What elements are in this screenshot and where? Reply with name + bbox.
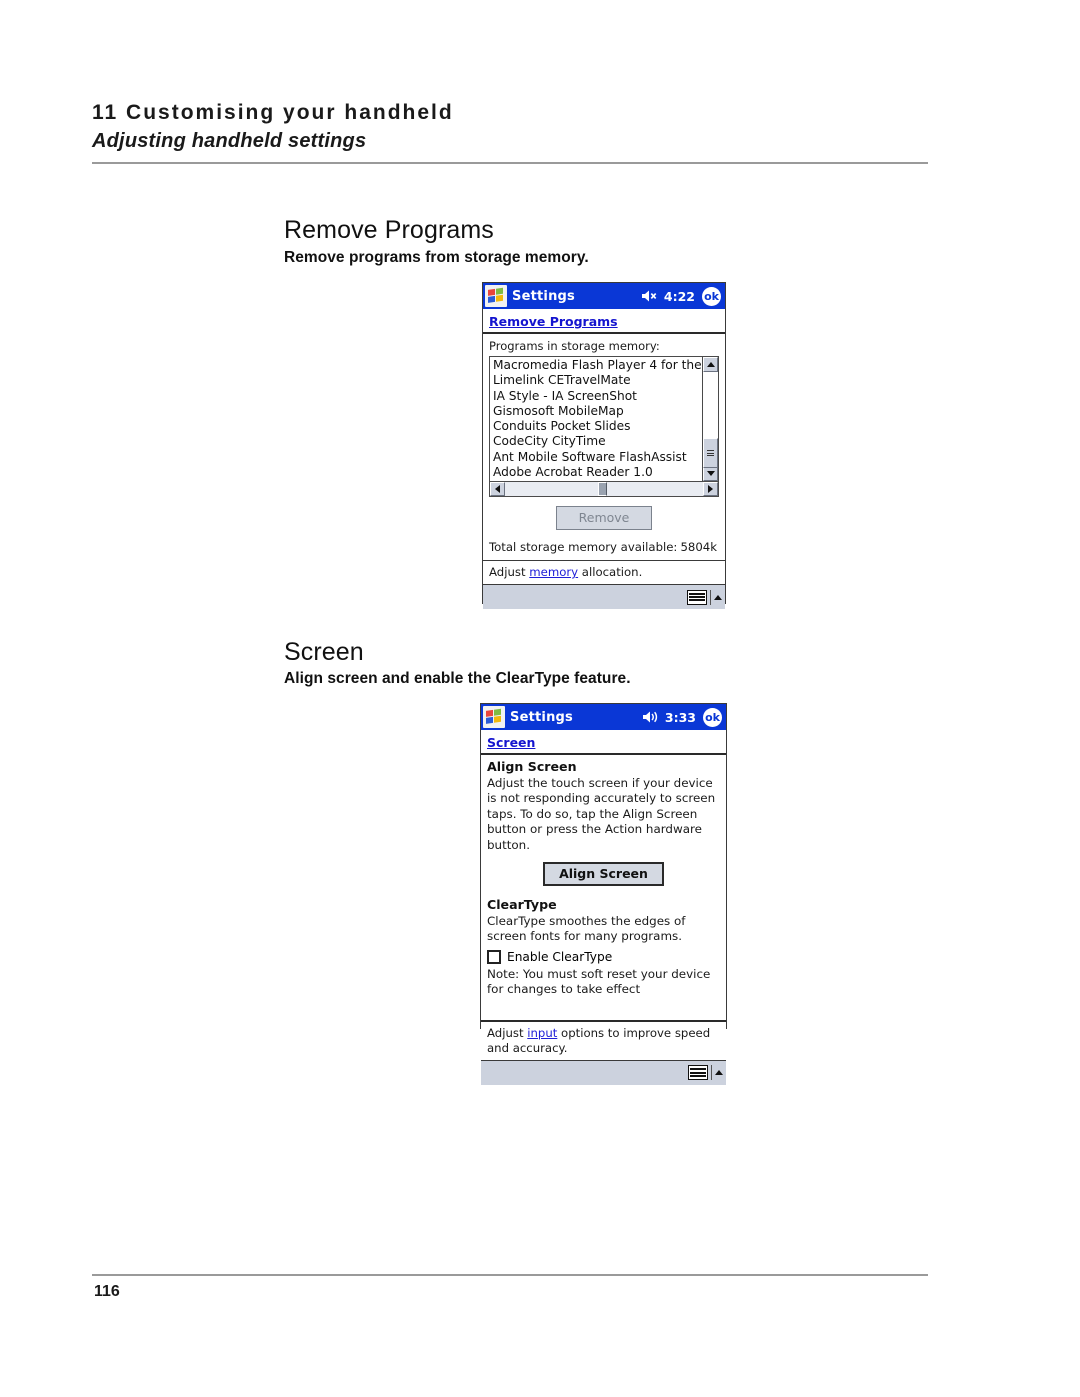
footer-divider-line bbox=[92, 1274, 928, 1276]
align-screen-paragraph: Adjust the touch screen if your device i… bbox=[487, 776, 716, 852]
list-item[interactable]: Gismosoft MobileMap bbox=[493, 404, 702, 419]
scroll-down-icon[interactable] bbox=[703, 466, 718, 481]
screen-description: Align screen and enable the ClearType fe… bbox=[284, 670, 631, 687]
adjust-input-line: Adjust input options to improve speed an… bbox=[481, 1021, 726, 1060]
enable-cleartype-row[interactable]: Enable ClearType bbox=[481, 945, 726, 967]
page-number: 116 bbox=[94, 1283, 120, 1300]
scroll-up-icon[interactable] bbox=[703, 357, 718, 372]
vertical-scroll-thumb[interactable] bbox=[703, 438, 718, 468]
keyboard-icon[interactable] bbox=[688, 1065, 708, 1081]
storage-memory-label: Total storage memory available: bbox=[489, 540, 678, 554]
sip-divider bbox=[711, 1065, 712, 1081]
titlebar: Settings 4:22 ok bbox=[483, 283, 725, 309]
align-screen-button-row: Align Screen bbox=[481, 853, 726, 893]
scroll-left-icon[interactable] bbox=[490, 482, 505, 496]
section-subtitle: Adjusting handheld settings bbox=[92, 130, 367, 153]
windows-logo-icon bbox=[485, 285, 507, 307]
align-screen-button[interactable]: Align Screen bbox=[543, 862, 664, 887]
chapter-title: 11 Customising your handheld bbox=[92, 101, 454, 124]
vertical-scroll-track[interactable] bbox=[703, 372, 718, 468]
screen-page-label: Remove Programs bbox=[483, 309, 725, 332]
titlebar-status-area: 4:22 ok bbox=[641, 286, 721, 306]
adjust-prefix: Adjust bbox=[489, 565, 530, 579]
list-item[interactable]: Limelink CETravelMate bbox=[493, 373, 702, 388]
sip-bar bbox=[481, 1059, 726, 1085]
cleartype-paragraph: ClearType smoothes the edges of screen f… bbox=[487, 914, 686, 944]
programs-list-label: Programs in storage memory: bbox=[489, 339, 660, 353]
screen-page-label: Screen bbox=[481, 730, 726, 753]
titlebar-app-title: Settings bbox=[510, 709, 573, 725]
page-header: 11 Customising your handheld Adjusting h… bbox=[92, 100, 928, 153]
windows-logo-icon bbox=[483, 706, 505, 728]
titlebar-clock[interactable]: 3:33 bbox=[665, 710, 696, 725]
cleartype-note-paragraph: Note: You must soft reset your device fo… bbox=[487, 966, 711, 997]
list-item[interactable]: Adobe Acrobat Reader 1.0 bbox=[493, 465, 702, 480]
list-item[interactable]: CodeCity CityTime bbox=[493, 434, 702, 449]
sip-chevron-up-icon[interactable] bbox=[715, 1070, 723, 1076]
list-item[interactable]: IA Style - IA ScreenShot bbox=[493, 389, 702, 404]
remove-button[interactable]: Remove bbox=[555, 506, 653, 530]
input-link[interactable]: input bbox=[527, 1026, 557, 1040]
list-item[interactable]: Conduits Pocket Slides bbox=[493, 419, 702, 434]
remove-button-row: Remove bbox=[483, 497, 725, 537]
adjust-suffix: allocation. bbox=[578, 565, 643, 579]
titlebar-status-area: 3:33 ok bbox=[642, 707, 722, 727]
memory-link[interactable]: memory bbox=[529, 565, 578, 579]
titlebar-clock[interactable]: 4:22 bbox=[664, 289, 695, 304]
remove-programs-description: Remove programs from storage memory. bbox=[284, 249, 589, 266]
horizontal-scroll-track[interactable] bbox=[505, 482, 703, 496]
ok-button[interactable]: ok bbox=[703, 707, 722, 727]
header-divider bbox=[92, 162, 928, 164]
list-item[interactable]: Macromedia Flash Player 4 for the P... bbox=[493, 358, 702, 373]
enable-cleartype-checkbox[interactable] bbox=[487, 949, 501, 964]
storage-memory-value: 5804k bbox=[680, 540, 717, 554]
pda-screenshot-screen-settings: Settings 3:33 ok Screen Align Screen Adj… bbox=[480, 703, 727, 1085]
adjust-prefix: Adjust bbox=[487, 1025, 528, 1040]
sip-bar bbox=[483, 584, 725, 609]
speaker-on-icon[interactable] bbox=[642, 710, 660, 724]
scroll-right-icon[interactable] bbox=[703, 482, 718, 496]
titlebar-app-title: Settings bbox=[512, 288, 575, 304]
vertical-scrollbar[interactable] bbox=[702, 357, 718, 481]
sip-divider bbox=[710, 589, 711, 605]
speaker-muted-icon[interactable] bbox=[641, 289, 659, 303]
programs-list[interactable]: Macromedia Flash Player 4 for the P... L… bbox=[490, 357, 702, 481]
remove-programs-heading: Remove Programs bbox=[284, 216, 494, 244]
storage-memory-row: Total storage memory available: 5804k bbox=[483, 537, 725, 560]
keyboard-icon[interactable] bbox=[687, 589, 707, 605]
list-item[interactable]: Ant Mobile Software FlashAssist bbox=[493, 450, 702, 465]
pda-body: Align Screen Adjust the touch screen if … bbox=[481, 755, 726, 1085]
adjust-memory-line: Adjust memory allocation. bbox=[483, 561, 725, 584]
align-screen-heading: Align Screen bbox=[487, 759, 577, 774]
programs-listbox[interactable]: Macromedia Flash Player 4 for the P... L… bbox=[489, 356, 719, 482]
pda-screenshot-remove-programs: Settings 4:22 ok Remove Programs Program… bbox=[482, 282, 726, 609]
cleartype-heading: ClearType bbox=[487, 897, 557, 913]
screen-heading: Screen bbox=[284, 638, 364, 666]
enable-cleartype-label: Enable ClearType bbox=[507, 949, 613, 964]
horizontal-scroll-thumb[interactable] bbox=[598, 482, 608, 496]
horizontal-scrollbar[interactable] bbox=[489, 482, 719, 497]
titlebar: Settings 3:33 ok bbox=[481, 704, 726, 730]
sip-chevron-up-icon[interactable] bbox=[714, 594, 722, 600]
content-spacer bbox=[481, 997, 726, 1020]
scroll-grip-icon bbox=[707, 449, 714, 458]
pda-body: Programs in storage memory: Macromedia F… bbox=[483, 334, 725, 609]
ok-button[interactable]: ok bbox=[702, 286, 721, 306]
